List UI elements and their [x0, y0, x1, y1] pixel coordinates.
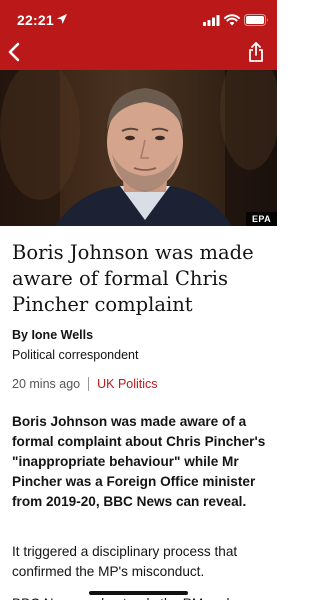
meta-divider — [88, 377, 90, 391]
share-button[interactable] — [246, 40, 266, 64]
battery-icon — [244, 14, 268, 26]
timestamp: 20 mins ago — [12, 377, 81, 391]
cellular-signal-icon — [203, 15, 220, 26]
status-bar: 22:21 — [0, 0, 277, 36]
chevron-left-icon — [8, 42, 20, 62]
article-meta: 20 mins ago UK Politics — [12, 376, 158, 392]
header-bar: 22:21 — [0, 0, 277, 70]
share-icon — [249, 42, 263, 62]
article-paragraph: It triggered a disciplinary process that… — [12, 544, 238, 579]
article-page: 22:21 EPA Boris Johnson was made aware o… — [0, 0, 277, 600]
portrait-photo — [0, 70, 277, 226]
article-intro: Boris Johnson was made aware of a formal… — [12, 414, 266, 509]
wifi-icon — [224, 14, 240, 26]
article-headline: Boris Johnson was made aware of formal C… — [12, 241, 254, 316]
status-time: 22:21 — [17, 12, 54, 28]
back-button[interactable] — [5, 40, 25, 64]
topic-link[interactable]: UK Politics — [97, 377, 157, 391]
image-credit: EPA — [245, 212, 277, 226]
author-byline: By Ione Wells — [12, 328, 94, 342]
home-indicator[interactable] — [89, 591, 188, 595]
author-role: Political correspondent — [12, 348, 139, 362]
hero-image: EPA — [0, 70, 277, 226]
location-arrow-icon — [57, 14, 67, 24]
